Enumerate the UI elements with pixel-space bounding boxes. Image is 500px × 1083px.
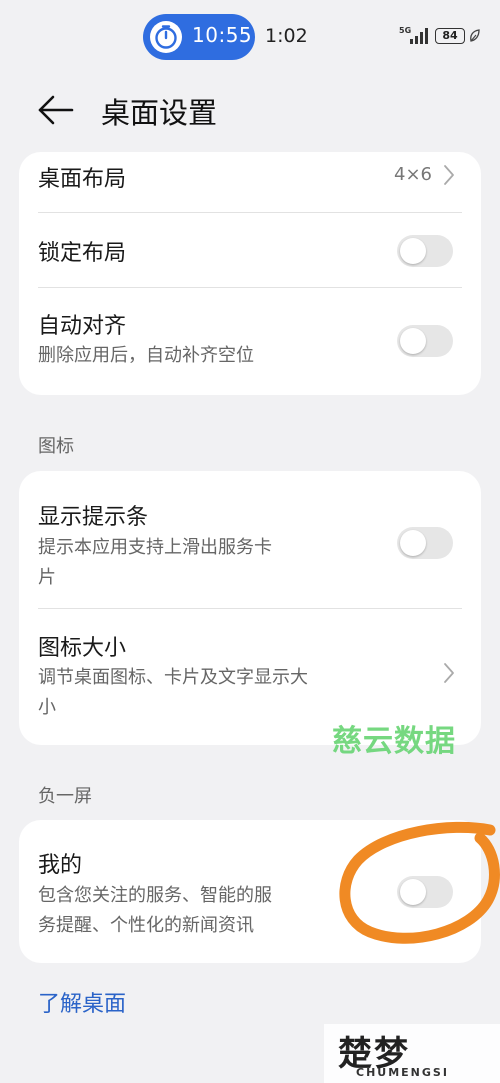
lock-layout-label: 锁定布局	[38, 241, 127, 266]
clock-text: 1:02	[265, 25, 308, 47]
page-title: 桌面设置	[101, 96, 218, 130]
leaf-icon	[470, 29, 480, 42]
stopwatch-icon	[150, 21, 182, 53]
mine-description-line2: 务提醒、个性化的新闻资讯	[38, 915, 254, 936]
icon-size-description-line1: 调节桌面图标、卡片及文字显示大	[38, 667, 308, 688]
watermark-text: 慈云数据	[332, 724, 456, 759]
minus-one-screen-card: 我的 包含您关注的服务、智能的服 务提醒、个性化的新闻资讯	[19, 820, 481, 963]
status-bar: 10:55 1:02 5G 84	[0, 0, 500, 76]
lock-layout-row: 锁定布局	[19, 213, 481, 287]
chevron-right-icon	[444, 165, 454, 185]
show-hint-bar-description-line2: 片	[38, 567, 56, 588]
icon-size-description-line2: 小	[38, 697, 56, 718]
timer-pill[interactable]: 10:55	[143, 14, 255, 60]
mine-toggle[interactable]	[397, 876, 453, 908]
desktop-layout-value: 4×6	[394, 164, 432, 185]
show-hint-bar-label: 显示提示条	[38, 505, 149, 530]
auto-align-description: 删除应用后，自动补齐空位	[38, 345, 254, 366]
auto-align-row: 自动对齐 删除应用后，自动补齐空位	[19, 288, 481, 395]
timer-text: 10:55	[192, 23, 253, 47]
signal-icon	[410, 28, 428, 44]
layout-settings-card: 桌面布局 4×6 锁定布局 自动对齐 删除应用后，自动补齐空位	[19, 152, 481, 395]
mine-row: 我的 包含您关注的服务、智能的服 务提醒、个性化的新闻资讯	[19, 820, 481, 963]
icon-size-label: 图标大小	[38, 636, 127, 661]
desktop-layout-label: 桌面布局	[38, 167, 127, 192]
mine-description-line1: 包含您关注的服务、智能的服	[38, 885, 272, 906]
logo-watermark: 楚梦 CHUMENGSI	[324, 1024, 500, 1083]
lock-layout-toggle[interactable]	[397, 235, 453, 267]
show-hint-bar-row: 显示提示条 提示本应用支持上滑出服务卡 片	[19, 471, 481, 608]
battery-indicator: 84	[435, 28, 465, 44]
section-label-minus-one-screen: 负一屏	[38, 786, 92, 807]
chevron-right-icon	[444, 663, 454, 683]
auto-align-toggle[interactable]	[397, 325, 453, 357]
icon-settings-card: 显示提示条 提示本应用支持上滑出服务卡 片 图标大小 调节桌面图标、卡片及文字显…	[19, 471, 481, 745]
show-hint-bar-toggle[interactable]	[397, 527, 453, 559]
section-label-icons: 图标	[38, 436, 74, 457]
mine-label: 我的	[38, 853, 83, 878]
back-arrow-icon[interactable]	[36, 92, 76, 128]
desktop-layout-row[interactable]: 桌面布局 4×6	[19, 152, 481, 212]
logo-watermark-sub: CHUMENGSI	[356, 1066, 449, 1079]
learn-desktop-link[interactable]: 了解桌面	[38, 986, 126, 1018]
auto-align-label: 自动对齐	[38, 314, 127, 339]
show-hint-bar-description-line1: 提示本应用支持上滑出服务卡	[38, 537, 272, 558]
